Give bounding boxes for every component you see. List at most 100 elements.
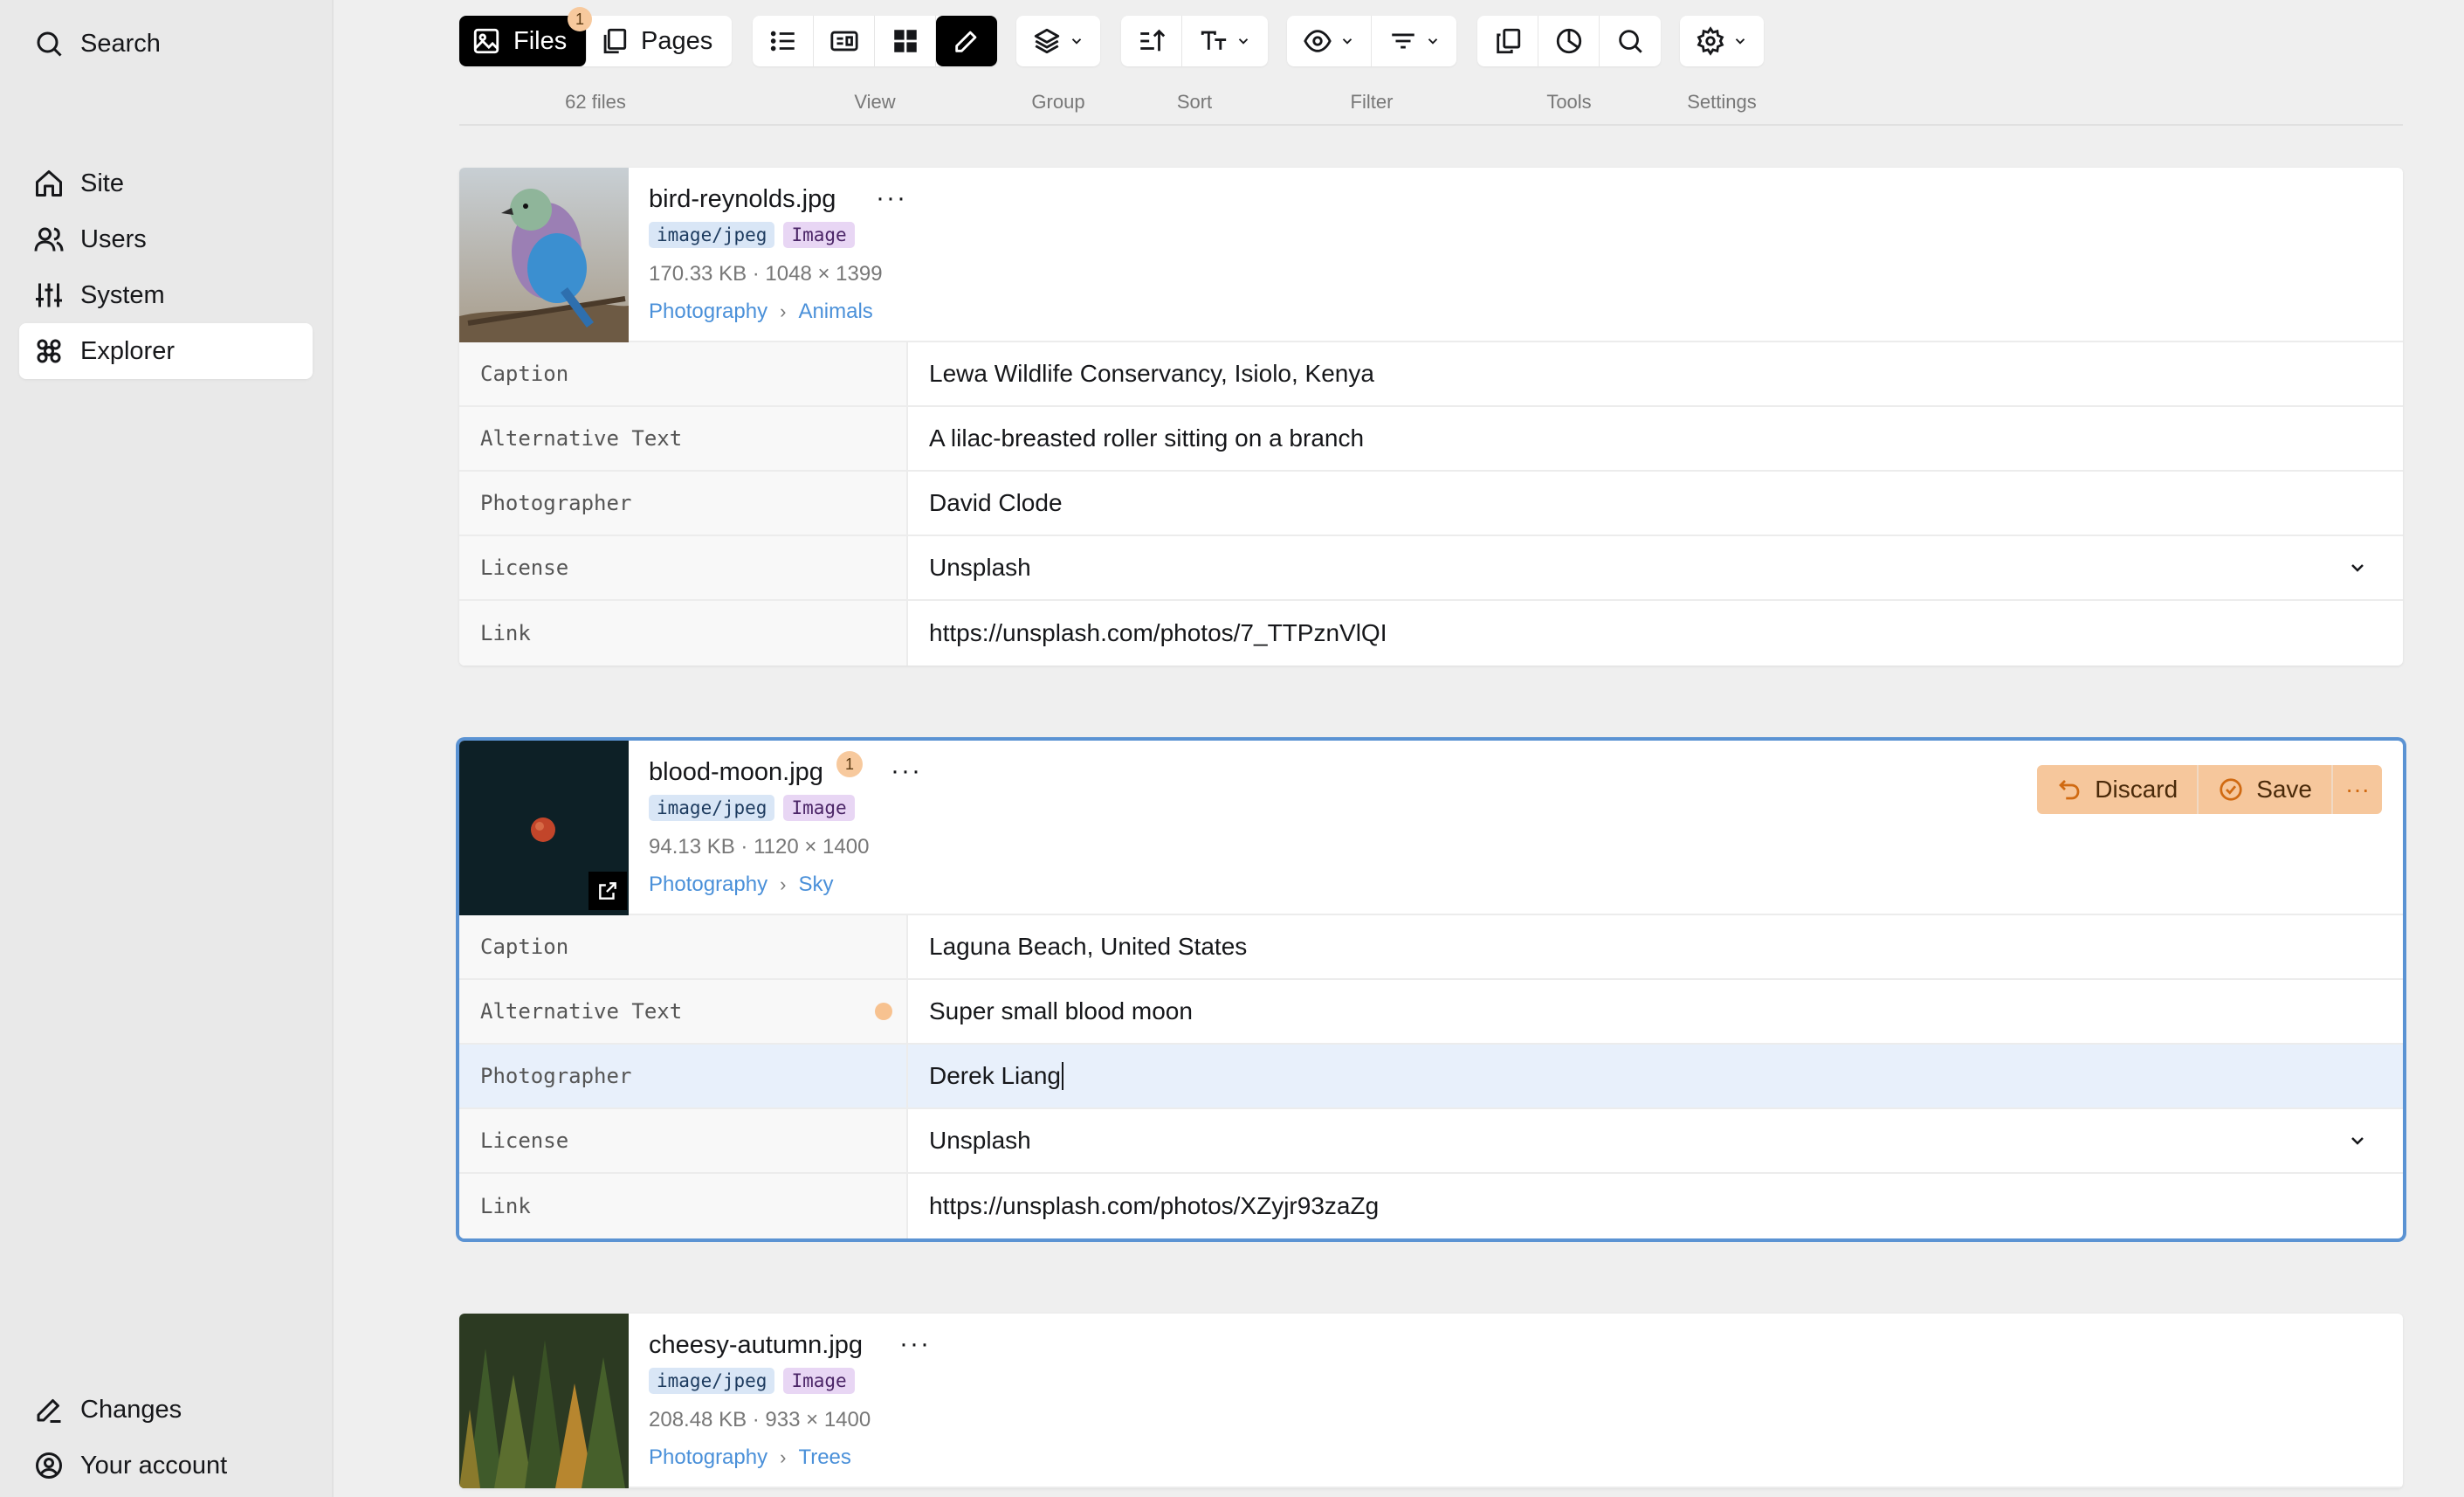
grid-icon xyxy=(893,30,917,52)
chevron-down-icon xyxy=(1071,38,1082,45)
changed-indicator xyxy=(875,1003,892,1020)
photographer-field[interactable]: David Clode xyxy=(908,472,2403,535)
settings-dropdown[interactable] xyxy=(1680,16,1764,66)
files-tab-label: Files xyxy=(513,26,568,55)
toolbar-divider xyxy=(459,124,2403,126)
view-list-button[interactable] xyxy=(753,16,814,66)
sidebar-item-label: Site xyxy=(80,169,124,197)
file-card[interactable]: bird-reynolds.jpg ··· image/jpeg Image 1… xyxy=(459,168,2403,666)
sidebar-item-users[interactable]: Users xyxy=(19,211,313,267)
more-actions-button[interactable]: ··· xyxy=(2333,765,2382,814)
search-button[interactable] xyxy=(1600,16,1661,66)
file-tags: image/jpeg Image xyxy=(649,1368,855,1394)
view-edit-button[interactable] xyxy=(936,16,997,66)
sort-field-button[interactable] xyxy=(1182,16,1268,66)
link-field[interactable]: https://unsplash.com/photos/XZyjr93zaZg xyxy=(908,1174,2403,1238)
sidebar-item-label: Your account xyxy=(80,1451,228,1480)
text-icon xyxy=(1201,31,1227,50)
sort-order-button[interactable] xyxy=(1121,16,1182,66)
sidebar-search[interactable]: Search xyxy=(19,16,313,72)
breadcrumb-item[interactable]: Trees xyxy=(798,1445,850,1470)
file-card[interactable]: cheesy-autumn.jpg ··· image/jpeg Image 2… xyxy=(459,1314,2403,1488)
chevron-down-icon xyxy=(2351,1137,2364,1145)
file-thumbnail[interactable] xyxy=(459,741,629,915)
pages-tab-label: Pages xyxy=(641,26,713,55)
explorer-icon xyxy=(37,339,61,363)
sidebar-item-site[interactable]: Site xyxy=(19,155,313,211)
field-label: Alternative Text xyxy=(459,980,908,1043)
sidebar: Search Site Users System Explorer Change… xyxy=(0,0,334,1497)
view-grid-button[interactable] xyxy=(875,16,936,66)
pages-tab[interactable]: Pages xyxy=(587,16,732,66)
forest-thumbnail-image xyxy=(459,1314,629,1488)
file-card-header: blood-moon.jpg 1 ··· image/jpeg Image 94… xyxy=(459,741,2403,915)
field-label: Photographer xyxy=(459,1045,908,1107)
caption-field[interactable]: Lewa Wildlife Conservancy, Isiolo, Kenya xyxy=(908,342,2403,405)
visibility-filter-button[interactable] xyxy=(1287,16,1372,66)
settings-button[interactable] xyxy=(1680,16,1764,66)
field-row-caption: Caption Lewa Wildlife Conservancy, Isiol… xyxy=(459,342,2403,407)
file-name[interactable]: bird-reynolds.jpg xyxy=(649,185,836,214)
group-label: Group xyxy=(1031,91,1085,113)
alt-text-field[interactable]: Super small blood moon xyxy=(908,980,2403,1043)
field-label: Caption xyxy=(459,915,908,978)
users-icon xyxy=(34,227,64,252)
link-field[interactable]: https://unsplash.com/photos/7_TTPznVlQI xyxy=(908,601,2403,666)
breadcrumb-item[interactable]: Animals xyxy=(798,300,872,324)
license-select[interactable]: Unsplash xyxy=(908,536,2403,599)
sidebar-item-label: Changes xyxy=(80,1395,182,1424)
kind-tag: Image xyxy=(783,795,855,821)
breadcrumb-item[interactable]: Photography xyxy=(649,300,767,324)
bird-thumbnail-image xyxy=(459,168,629,342)
search-icon xyxy=(1619,30,1642,53)
sidebar-item-account[interactable]: Your account xyxy=(19,1438,313,1494)
filter-button[interactable] xyxy=(1372,16,1456,66)
home-icon xyxy=(36,170,62,197)
open-file-button[interactable] xyxy=(588,872,627,910)
view-cards-button[interactable] xyxy=(814,16,875,66)
pie-chart-icon xyxy=(1556,28,1581,54)
photographer-field[interactable]: Derek Liang xyxy=(908,1045,2403,1107)
kind-tag: Image xyxy=(783,1368,855,1394)
caption-field[interactable]: Laguna Beach, United States xyxy=(908,915,2403,978)
field-label: License xyxy=(459,536,908,599)
file-count: 62 files xyxy=(565,91,626,113)
breadcrumb-item[interactable]: Photography xyxy=(649,873,767,897)
file-card-selected[interactable]: blood-moon.jpg 1 ··· image/jpeg Image 94… xyxy=(459,741,2403,1238)
alt-text-field[interactable]: A lilac-breasted roller sitting on a bra… xyxy=(908,407,2403,470)
stats-button[interactable] xyxy=(1538,16,1600,66)
sidebar-item-explorer[interactable]: Explorer xyxy=(19,323,313,379)
file-thumbnail[interactable] xyxy=(459,168,629,342)
file-options-button[interactable]: ··· xyxy=(876,183,907,213)
duplicate-button[interactable] xyxy=(1477,16,1538,66)
license-value: Unsplash xyxy=(929,554,1031,581)
files-tab[interactable]: Files 1 xyxy=(459,7,592,66)
save-button[interactable]: Save xyxy=(2199,765,2334,814)
mime-tag: image/jpeg xyxy=(649,222,775,248)
view-label: View xyxy=(854,91,896,113)
group-button[interactable] xyxy=(1016,16,1100,66)
field-label-text: Alternative Text xyxy=(480,999,683,1024)
file-name[interactable]: blood-moon.jpg xyxy=(649,758,823,787)
file-options-button[interactable]: ··· xyxy=(891,756,922,786)
file-name[interactable]: cheesy-autumn.jpg xyxy=(649,1331,863,1360)
breadcrumb: Photography › Sky xyxy=(649,873,833,897)
breadcrumb: Photography › Trees xyxy=(649,1445,851,1470)
breadcrumb-item[interactable]: Sky xyxy=(798,873,833,897)
sliders-icon xyxy=(36,283,62,307)
sidebar-item-system[interactable]: System xyxy=(19,267,313,323)
breadcrumb-item[interactable]: Photography xyxy=(649,1445,767,1470)
file-thumbnail[interactable] xyxy=(459,1314,629,1488)
changes-badge: 1 xyxy=(836,751,863,777)
group-dropdown[interactable] xyxy=(1016,16,1100,66)
sort-group xyxy=(1121,16,1268,66)
discard-button[interactable]: Discard xyxy=(2037,765,2199,814)
copy-icon xyxy=(1496,28,1520,54)
field-row-license: License Unsplash xyxy=(459,1109,2403,1174)
search-icon xyxy=(37,31,62,57)
content-type-switch: Files 1 Pages xyxy=(459,7,732,66)
file-options-button[interactable]: ··· xyxy=(899,1329,931,1359)
license-select[interactable]: Unsplash xyxy=(908,1109,2403,1172)
sidebar-item-changes[interactable]: Changes xyxy=(19,1382,313,1438)
pencil-icon xyxy=(37,1399,61,1423)
